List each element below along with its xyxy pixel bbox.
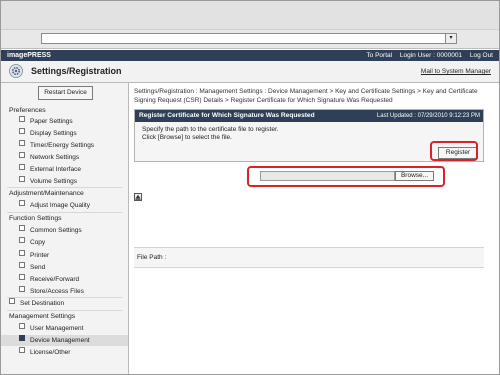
arrow-up-icon: [135, 194, 141, 200]
sidebar-item-label: Network Settings: [30, 154, 80, 161]
bullet-icon: [19, 200, 25, 206]
sidebar-item-label: Receive/Forward: [30, 276, 80, 283]
logout-link[interactable]: Log Out: [470, 52, 493, 59]
sidebar-item-license-other[interactable]: License/Other: [19, 347, 70, 358]
file-path-label: File Path :: [137, 254, 167, 261]
sidebar-section-preferences: Preferences: [9, 107, 46, 114]
sidebar-item-copy[interactable]: Copy: [19, 237, 45, 248]
sidebar-item-external-interface[interactable]: External Interface: [19, 164, 81, 175]
sidebar-item-label: Send: [30, 264, 46, 271]
sidebar-item-label: User Management: [30, 325, 84, 332]
address-bar[interactable]: ▾: [41, 33, 457, 44]
instruction-line: Click [Browse] to select the file.: [142, 134, 232, 141]
to-portal-link[interactable]: To Portal: [366, 52, 392, 59]
sidebar-item-set-destination[interactable]: Set Destination: [9, 298, 64, 309]
sidebar-item-label: Volume Settings: [30, 178, 77, 185]
top-bar: imagePRESS To Portal Login User : 000000…: [1, 50, 499, 61]
sidebar-item-label: Timer/Energy Settings: [30, 142, 95, 149]
bullet-icon: [19, 286, 25, 292]
sidebar: Restart Device Preferences Paper Setting…: [1, 83, 129, 374]
restart-device-button[interactable]: Restart Device: [38, 86, 93, 100]
breadcrumb-line: Settings/Registration : Management Setti…: [134, 88, 478, 95]
mail-to-system-manager-link[interactable]: Mail to System Manager: [421, 68, 491, 75]
gear-icon: [9, 64, 23, 78]
sidebar-item-label: License/Other: [30, 349, 71, 356]
sidebar-item-common-settings[interactable]: Common Settings: [19, 225, 82, 236]
sidebar-divider: [7, 187, 122, 188]
address-dropdown-icon[interactable]: ▾: [445, 34, 456, 43]
sidebar-item-store-access-files[interactable]: Store/Access Files: [19, 286, 84, 297]
last-updated-timestamp: Last Updated : 07/29/2010 9:12:23 PM: [376, 113, 480, 119]
bullet-icon: [19, 335, 25, 341]
bullet-icon: [19, 164, 25, 170]
sidebar-divider: [7, 212, 122, 213]
breadcrumb: Settings/Registration : Management Setti…: [134, 87, 489, 105]
page-header: Settings/Registration Mail to System Man…: [1, 61, 499, 83]
bullet-icon: [19, 140, 25, 146]
bullet-icon: [19, 274, 25, 280]
brand-logo: imagePRESS: [7, 52, 51, 59]
sidebar-item-user-management[interactable]: User Management: [19, 323, 83, 334]
bullet-icon: [19, 250, 25, 256]
sidebar-item-label: Adjust Image Quality: [30, 202, 90, 209]
sidebar-item-timer-energy-settings[interactable]: Timer/Energy Settings: [19, 140, 94, 151]
sidebar-divider: [7, 310, 122, 311]
bullet-icon: [19, 225, 25, 231]
bullet-icon: [19, 237, 25, 243]
browser-toolbar: [1, 1, 499, 30]
sidebar-item-label: Common Settings: [30, 227, 82, 234]
bullet-icon: [19, 176, 25, 182]
sidebar-section-management-settings: Management Settings: [9, 313, 76, 320]
sidebar-item-display-settings[interactable]: Display Settings: [19, 128, 77, 139]
sidebar-item-label: Display Settings: [30, 130, 77, 137]
bullet-icon: [19, 152, 25, 158]
register-highlight-ring: [430, 141, 478, 161]
sidebar-item-label: Device Management: [30, 337, 90, 344]
scroll-to-top-button[interactable]: [134, 193, 142, 201]
bullet-icon: [19, 128, 25, 134]
instruction-line: Specify the path to the certificate file…: [142, 126, 279, 133]
bullet-icon: [19, 116, 25, 122]
bullet-icon: [9, 298, 15, 304]
sidebar-item-label: Printer: [30, 252, 50, 259]
breadcrumb-line: Signing Request (CSR) Details > Register…: [134, 97, 393, 104]
sidebar-item-label: Copy: [30, 239, 46, 246]
sidebar-item-label: Paper Settings: [30, 118, 73, 125]
main-content: Settings/Registration : Management Setti…: [129, 83, 499, 374]
bullet-icon: [19, 347, 25, 353]
bullet-icon: [19, 262, 25, 268]
sidebar-item-paper-settings[interactable]: Paper Settings: [19, 116, 73, 127]
sidebar-section-function-settings: Function Settings: [9, 215, 62, 222]
sidebar-item-receive-forward[interactable]: Receive/Forward: [19, 274, 79, 285]
browser-chrome: ▾: [1, 1, 499, 49]
sidebar-item-volume-settings[interactable]: Volume Settings: [19, 176, 77, 187]
panel-header: Register Certificate for Which Signature…: [135, 110, 483, 122]
sidebar-item-device-management[interactable]: Device Management: [1, 335, 128, 346]
sidebar-item-network-settings[interactable]: Network Settings: [19, 152, 79, 163]
instruction-text: Specify the path to the certificate file…: [142, 126, 279, 142]
top-bar-links: To Portal Login User : 0000001 Log Out: [360, 51, 493, 60]
sidebar-section-adjustment-maintenance: Adjustment/Maintenance: [9, 190, 84, 197]
sidebar-item-printer[interactable]: Printer: [19, 250, 49, 261]
sidebar-item-adjust-image-quality[interactable]: Adjust Image Quality: [19, 200, 90, 211]
sidebar-item-label: Store/Access Files: [30, 288, 84, 295]
sidebar-item-label: External Interface: [30, 166, 81, 173]
panel-title: Register Certificate for Which Signature…: [139, 112, 315, 119]
sidebar-item-send[interactable]: Send: [19, 262, 45, 273]
file-path-row: File Path :: [134, 247, 484, 268]
sidebar-item-label: Set Destination: [20, 300, 65, 307]
page-title: Settings/Registration: [31, 66, 122, 76]
bullet-icon: [19, 323, 25, 329]
login-user-label: Login User : 0000001: [399, 52, 463, 59]
browser-window: ▾ imagePRESS To Portal Login User : 0000…: [0, 0, 500, 375]
file-path-highlight-ring: [247, 166, 445, 187]
